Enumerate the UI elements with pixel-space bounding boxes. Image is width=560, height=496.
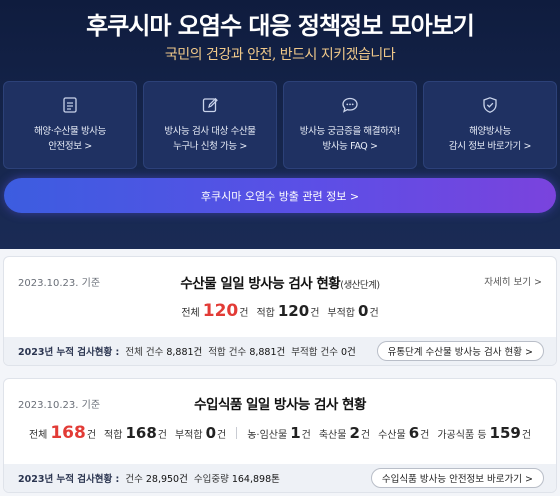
stat-unit: 건 — [86, 430, 97, 441]
stat-seafood: 수산물 6건 — [378, 424, 429, 442]
stat-livestock: 축산물 2건 — [319, 424, 370, 442]
card-link-text: 누구나 신청 가능 > — [173, 141, 247, 152]
panel-title-text: 수산물 일일 방사능 검사 현황 — [180, 276, 341, 292]
stat-value: 168 — [50, 423, 86, 443]
cumulative-item-value: 8,881건 — [249, 347, 286, 358]
stat-value: 120 — [277, 302, 310, 320]
stat-total: 전체 168건 — [29, 423, 96, 443]
stat-value: 2 — [349, 424, 360, 442]
card-label: 방사능 검사 대상 수산물 — [164, 126, 256, 137]
card-label: 해양·수산물 방사능 — [34, 126, 106, 137]
distribution-inspection-link[interactable]: 유통단계 수산물 방사능 검사 현황 > — [376, 341, 544, 361]
stat-unit: 건 — [301, 430, 311, 441]
cumulative-bar: 2023년 누적 검사현황 : 건수 28,950건 수입중량 164,898톤… — [4, 464, 556, 492]
stat-fail: 부적합 0건 — [327, 302, 378, 320]
cumulative-fail: 부적합 건수 0건 — [291, 344, 356, 358]
stat-unit: 건 — [217, 430, 227, 441]
cumulative-item-value: 164,898톤 — [231, 474, 280, 485]
document-icon — [4, 96, 136, 116]
daily-stats: 전체 168건 적합 168건 부적합 0건 농·임산물 1건 축산물 2건 수산물 6건 … — [4, 423, 556, 443]
edit-icon — [144, 96, 276, 116]
chat-icon — [284, 96, 416, 116]
stat-value: 159 — [489, 424, 521, 442]
stat-label: 부적합 — [174, 430, 203, 441]
stat-unit: 건 — [239, 308, 249, 319]
stat-label: 수산물 — [378, 430, 406, 441]
card-link-text: 감시 정보 바로가기 > — [448, 141, 532, 152]
cumulative-item-label: 부적합 건수 — [291, 347, 338, 358]
stat-processed: 가공식품 등 159건 — [437, 424, 531, 442]
stat-unit: 건 — [360, 430, 371, 441]
panel-title: 수입식품 일일 방사능 검사 현황 — [194, 397, 366, 413]
stat-label: 전체 — [28, 430, 48, 441]
cumulative-item-value: 8,881건 — [166, 347, 203, 358]
stat-value: 168 — [125, 424, 157, 442]
cumulative-item-value: 28,950건 — [145, 474, 188, 485]
stat-label: 적합 — [104, 430, 123, 441]
stat-unit: 건 — [521, 430, 532, 441]
stat-unit: 건 — [157, 430, 167, 441]
card-label: 방사능 궁금증을 해결하자! — [299, 126, 401, 137]
cumulative-label: 2023년 누적 검사현황 : — [18, 347, 120, 358]
stat-unit: 건 — [310, 308, 320, 319]
seafood-inspection-panel: 2023.10.23. 기준 수산물 일일 방사능 검사 현황(생산단계) 자세… — [3, 256, 557, 366]
stat-label: 가공식품 등 — [437, 430, 487, 441]
page-subtitle: 국민의 건강과 안전, 반드시 지키겠습니다 — [164, 47, 396, 63]
stat-pass: 적합 168건 — [104, 424, 167, 442]
hero-banner: 후쿠시마 오염수 대응 정책정보 모아보기 국민의 건강과 안전, 반드시 지키… — [0, 0, 560, 249]
card-label: 해양방사능 — [469, 126, 511, 137]
stat-label: 농·임산물 — [247, 430, 288, 441]
panel-title-note: (생산단계) — [340, 280, 380, 291]
view-more-link[interactable]: 자세히 보기 > — [484, 274, 542, 288]
stat-value: 0 — [358, 302, 369, 320]
card-marine-safety[interactable]: 해양·수산물 방사능안전정보 > — [3, 81, 137, 169]
shield-icon — [424, 96, 556, 116]
stat-value: 1 — [290, 424, 301, 442]
imported-food-inspection-panel: 2023.10.23. 기준 수입식품 일일 방사능 검사 현황 전체 168건 … — [3, 378, 557, 493]
page-title: 후쿠시마 오염수 대응 정책정보 모아보기 — [86, 12, 475, 40]
stat-unit: 건 — [369, 308, 379, 319]
stat-value: 0 — [205, 424, 217, 442]
cumulative-total: 전체 건수 8,881건 — [125, 344, 202, 358]
cumulative-item-label: 전체 건수 — [125, 347, 164, 358]
cumulative-item-label: 건수 — [125, 474, 143, 485]
discharge-info-button[interactable]: 후쿠시마 오염수 방출 관련 정보 > — [4, 178, 556, 213]
card-link-text: 방사능 FAQ > — [322, 141, 378, 152]
cumulative-count: 건수 28,950건 — [125, 471, 188, 485]
cumulative-item-label: 적합 건수 — [208, 347, 247, 358]
daily-stats: 전체 120건 적합 120건 부적합 0건 — [4, 301, 556, 321]
divider — [236, 427, 238, 439]
stat-fail: 부적합 0건 — [175, 424, 226, 442]
cumulative-label: 2023년 누적 검사현황 : — [18, 474, 120, 485]
card-inspection-request[interactable]: 방사능 검사 대상 수산물누구나 신청 가능 > — [143, 81, 277, 169]
stat-pass: 적합 120건 — [256, 302, 319, 320]
cumulative-weight: 수입중량 164,898톤 — [194, 471, 280, 485]
stat-label: 적합 — [256, 308, 275, 319]
imported-food-safety-link[interactable]: 수입식품 방사능 안전정보 바로가기 > — [370, 468, 544, 488]
cumulative-item-value: 0건 — [341, 347, 356, 358]
stat-unit: 건 — [420, 430, 430, 441]
cumulative-bar: 2023년 누적 검사현황 : 전체 건수 8,881건 적합 건수 8,881… — [4, 337, 556, 365]
stat-value: 120 — [202, 301, 239, 321]
card-radiation-faq[interactable]: 방사능 궁금증을 해결하자! 방사능 FAQ > — [283, 81, 417, 169]
stat-label: 축산물 — [318, 430, 347, 441]
cumulative-item-label: 수입중량 — [193, 474, 229, 485]
cumulative-pass: 적합 건수 8,881건 — [208, 344, 285, 358]
stat-agri: 농·임산물 1건 — [247, 424, 311, 442]
stat-label: 부적합 — [327, 308, 355, 319]
quick-link-cards: 해양·수산물 방사능안전정보 > 방사능 검사 대상 수산물누구나 신청 가능 … — [3, 81, 557, 169]
card-link-text: 안전정보 > — [48, 141, 92, 152]
stat-total: 전체 120건 — [181, 301, 248, 321]
card-marine-monitoring[interactable]: 해양방사능감시 정보 바로가기 > — [423, 81, 557, 169]
stat-label: 전체 — [181, 308, 200, 319]
stat-value: 6 — [408, 424, 420, 442]
panel-title: 수산물 일일 방사능 검사 현황(생산단계) — [4, 272, 556, 292]
